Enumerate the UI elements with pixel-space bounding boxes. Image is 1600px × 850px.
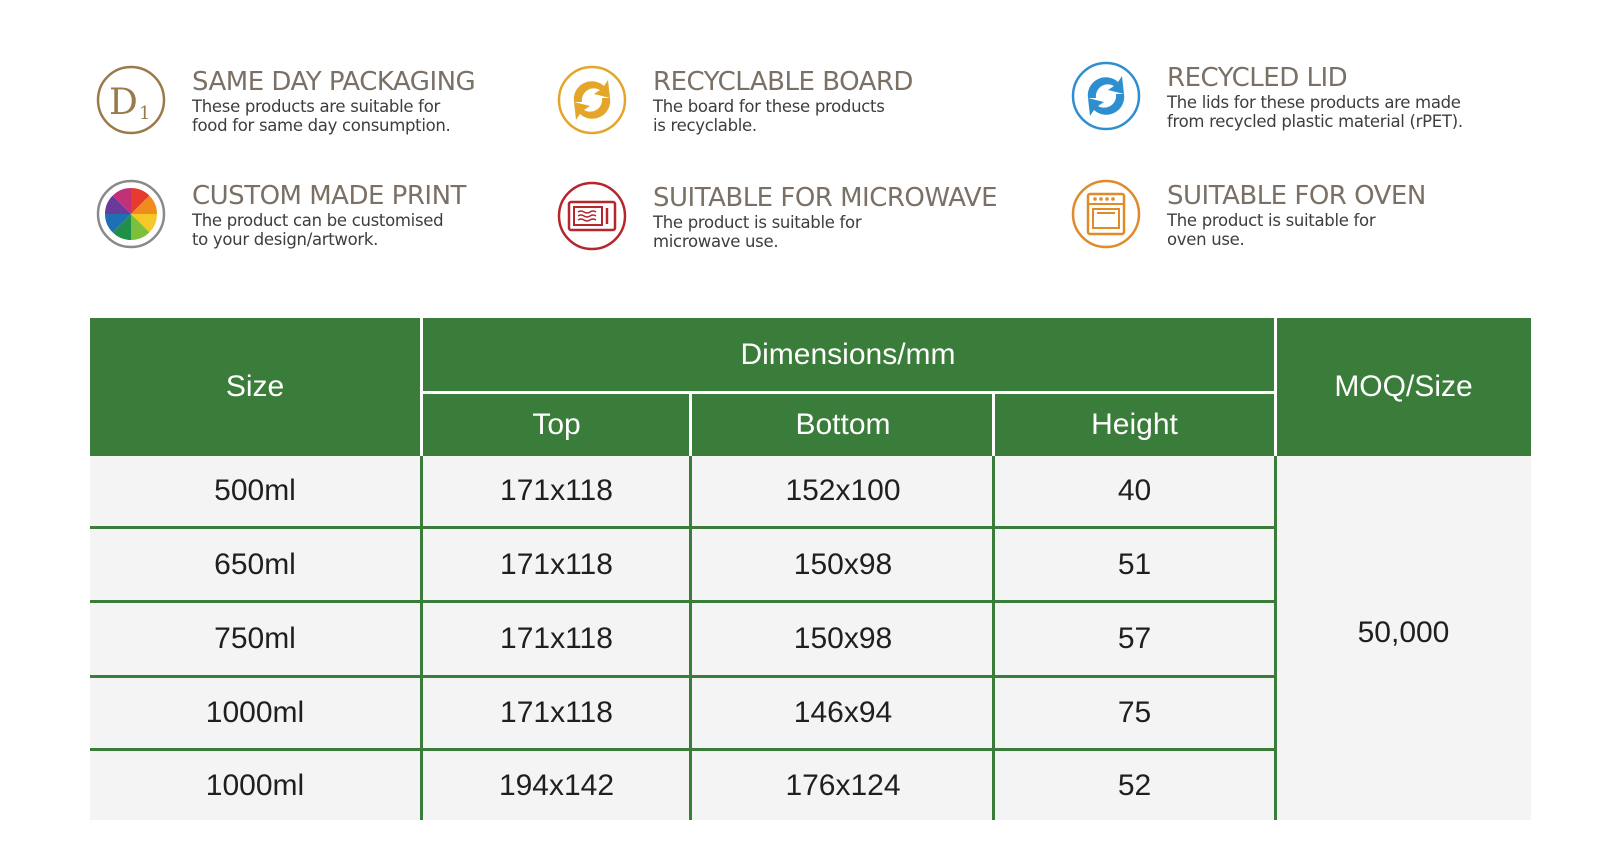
top-header: Top: [422, 394, 691, 456]
same-day-d1-icon: D 1: [95, 64, 167, 136]
column-divider: [689, 456, 692, 820]
row-divider: [90, 675, 1277, 678]
height-cell: 51: [995, 529, 1274, 600]
bottom-cell: 150x98: [692, 529, 994, 600]
top-cell: 171x118: [422, 603, 691, 675]
feature-title: CUSTOM MADE PRINT: [192, 181, 466, 211]
oven-icon: [1070, 178, 1142, 250]
header-divider: [420, 318, 423, 456]
column-divider: [1274, 456, 1277, 820]
size-cell: 1000ml: [90, 751, 420, 820]
header-divider: [420, 391, 1277, 394]
top-cell: 171x118: [422, 678, 691, 748]
height-cell: 52: [995, 751, 1274, 820]
recycle-arrows-icon: [1070, 60, 1142, 132]
feature-suitable-for-microwave: SUITABLE FOR MICROWAVE The product is su…: [556, 180, 1016, 260]
feature-description: These products are suitable for food for…: [192, 97, 451, 135]
color-wheel-icon: [95, 178, 167, 250]
height-cell: 40: [995, 456, 1274, 526]
height-header: Height: [995, 394, 1274, 456]
feature-custom-made-print: CUSTOM MADE PRINT The product can be cus…: [95, 178, 555, 258]
row-divider: [90, 748, 1277, 751]
top-cell: 171x118: [422, 529, 691, 600]
row-divider: [90, 600, 1277, 603]
feature-description: The product can be customised to your de…: [192, 211, 444, 249]
header-divider: [1274, 318, 1277, 456]
top-cell: 194x142: [422, 751, 691, 820]
top-cell: 171x118: [422, 456, 691, 526]
row-divider: [90, 526, 1277, 529]
moq-header: MOQ/Size: [1276, 318, 1531, 456]
recycle-arrows-icon: [556, 64, 628, 136]
svg-text:1: 1: [139, 103, 150, 124]
feature-recyclable-board: RECYCLABLE BOARD The board for these pro…: [556, 64, 1016, 144]
column-divider: [992, 456, 995, 820]
feature-recycled-lid: RECYCLED LID The lids for these products…: [1070, 60, 1530, 140]
bottom-cell: 150x98: [692, 603, 994, 675]
feature-suitable-for-oven: SUITABLE FOR OVEN The product is suitabl…: [1070, 178, 1530, 258]
svg-text:D: D: [109, 82, 138, 123]
header-divider: [992, 394, 995, 456]
column-divider: [420, 456, 423, 820]
dimensions-header: Dimensions/mm: [422, 318, 1274, 392]
height-cell: 75: [995, 678, 1274, 748]
height-cell: 57: [995, 603, 1274, 675]
size-cell: 500ml: [90, 456, 420, 526]
header-divider: [689, 394, 692, 456]
feature-description: The product is suitable for oven use.: [1167, 211, 1376, 249]
size-cell: 1000ml: [90, 678, 420, 748]
moq-value-cell: 50,000: [1276, 456, 1531, 820]
bottom-cell: 176x124: [692, 751, 994, 820]
bottom-header: Bottom: [692, 394, 994, 456]
feature-description: The board for these products is recyclab…: [653, 97, 885, 135]
feature-description: The lids for these products are made fro…: [1167, 93, 1463, 131]
feature-title: SUITABLE FOR MICROWAVE: [653, 183, 998, 213]
bottom-cell: 152x100: [692, 456, 994, 526]
bottom-cell: 146x94: [692, 678, 994, 748]
size-cell: 650ml: [90, 529, 420, 600]
size-cell: 750ml: [90, 603, 420, 675]
microwave-icon: [556, 180, 628, 252]
feature-title: SUITABLE FOR OVEN: [1167, 181, 1426, 211]
feature-same-day-packaging: D 1 SAME DAY PACKAGING These products ar…: [95, 64, 555, 144]
size-header: Size: [90, 318, 420, 456]
feature-title: SAME DAY PACKAGING: [192, 67, 476, 97]
spec-table: Size Dimensions/mm Top Bottom Height MOQ…: [90, 318, 1531, 820]
feature-title: RECYCLED LID: [1167, 63, 1348, 93]
feature-description: The product is suitable for microwave us…: [653, 213, 862, 251]
feature-title: RECYCLABLE BOARD: [653, 67, 913, 97]
